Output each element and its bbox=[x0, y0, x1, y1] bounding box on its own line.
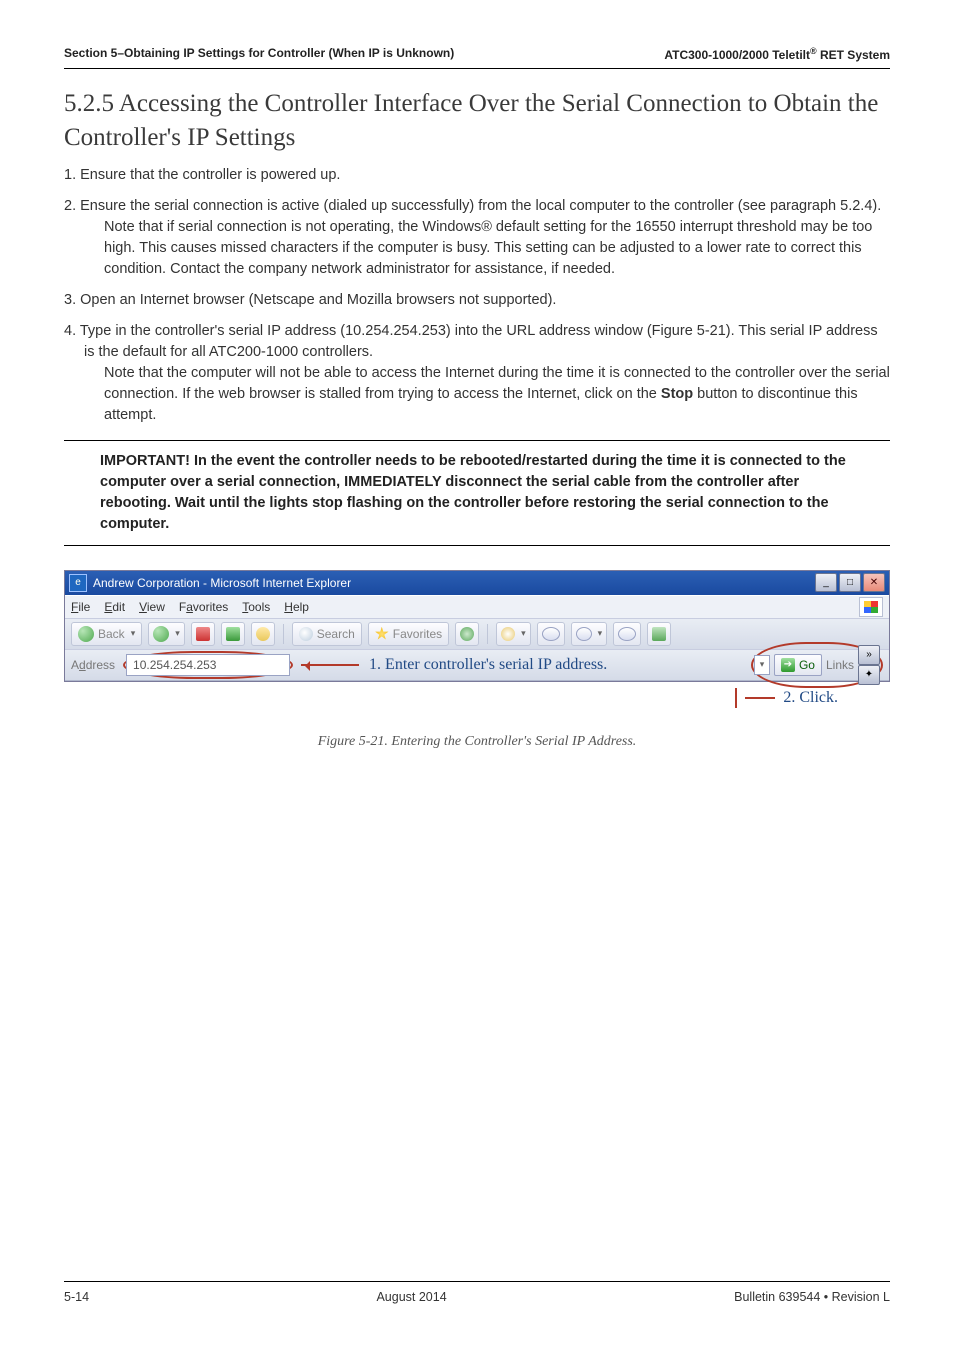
mail-icon bbox=[542, 627, 560, 641]
links-label[interactable]: Links bbox=[826, 658, 854, 672]
stop-button[interactable] bbox=[191, 622, 215, 646]
favorites-button[interactable]: Favorites bbox=[368, 622, 449, 646]
mail-button[interactable] bbox=[537, 622, 565, 646]
go-button[interactable]: ➔Go bbox=[774, 654, 822, 676]
step-1: 1. Ensure that the controller is powered… bbox=[64, 165, 890, 186]
toolbar-separator bbox=[283, 624, 284, 644]
footer-page-number: 5-14 bbox=[64, 1290, 89, 1304]
refresh-icon bbox=[226, 627, 240, 641]
go-icon: ➔ bbox=[781, 658, 795, 672]
menu-bar: File Edit View Favorites Tools Help bbox=[65, 595, 889, 619]
history-icon bbox=[501, 627, 515, 641]
ie-icon: e bbox=[69, 574, 87, 592]
history-button[interactable]: ▾ bbox=[496, 622, 531, 646]
address-bar: Address 10.254.254.253 1. Enter controll… bbox=[65, 650, 889, 681]
menu-file[interactable]: File bbox=[71, 600, 90, 614]
print-button[interactable]: ▾ bbox=[571, 622, 608, 646]
menu-help[interactable]: Help bbox=[284, 600, 309, 614]
forward-icon bbox=[153, 626, 169, 642]
window-title: Andrew Corporation - Microsoft Internet … bbox=[93, 576, 351, 590]
toolbar: Back▾ ▾ Search Favorites ▾ ▾ bbox=[65, 619, 889, 650]
toolbar-separator-2 bbox=[487, 624, 488, 644]
edit-icon bbox=[618, 627, 636, 641]
footer-bulletin: Bulletin 639544 • Revision L bbox=[734, 1290, 890, 1304]
back-button[interactable]: Back▾ bbox=[71, 622, 142, 646]
media-button[interactable] bbox=[455, 622, 479, 646]
step-list: 1. Ensure that the controller is powered… bbox=[64, 165, 890, 426]
annotation-2-text: 2. Click. bbox=[783, 689, 838, 707]
minimize-button[interactable]: _ bbox=[815, 573, 837, 592]
running-header: Section 5–Obtaining IP Settings for Cont… bbox=[64, 46, 890, 69]
throbber-icon bbox=[859, 597, 883, 617]
figure-caption: Figure 5-21. Entering the Controller's S… bbox=[64, 734, 890, 750]
running-header-left: Section 5–Obtaining IP Settings for Cont… bbox=[64, 46, 454, 62]
search-button[interactable]: Search bbox=[292, 622, 362, 646]
menu-edit[interactable]: Edit bbox=[104, 600, 125, 614]
step-4: 4. Type in the controller's serial IP ad… bbox=[64, 321, 890, 426]
refresh-button[interactable] bbox=[221, 622, 245, 646]
annotation-1-text: 1. Enter controller's serial IP address. bbox=[369, 656, 607, 674]
annotation-oval-address: 10.254.254.253 bbox=[123, 651, 293, 679]
running-header-right: ATC300-1000/2000 Teletilt® RET System bbox=[664, 46, 890, 62]
annotation-2-connector-v bbox=[735, 688, 737, 708]
menu-view[interactable]: View bbox=[139, 600, 165, 614]
step-3: 3. Open an Internet browser (Netscape an… bbox=[64, 290, 890, 311]
search-icon bbox=[299, 627, 313, 641]
footer-date: August 2014 bbox=[89, 1290, 734, 1304]
annotation-2-connector-h bbox=[745, 697, 775, 699]
section-title: 5.2.5 Accessing the Controller Interface… bbox=[64, 87, 890, 155]
close-button[interactable]: ✕ bbox=[863, 573, 885, 592]
address-dropdown[interactable]: ▾ bbox=[754, 655, 770, 675]
links-chevron-icon[interactable]: » bbox=[858, 645, 880, 665]
favorites-icon bbox=[375, 627, 389, 641]
forward-button[interactable]: ▾ bbox=[148, 622, 185, 646]
print-icon bbox=[576, 627, 592, 641]
menu-tools[interactable]: Tools bbox=[242, 600, 270, 614]
annotation-arrow-icon bbox=[301, 664, 359, 666]
menu-favorites[interactable]: Favorites bbox=[179, 600, 228, 614]
annotation-oval-go: ▾ ➔Go Links » ✦ bbox=[751, 642, 883, 688]
address-label: Address bbox=[71, 658, 115, 672]
back-icon bbox=[78, 626, 94, 642]
address-input[interactable]: 10.254.254.253 bbox=[126, 654, 290, 676]
media-icon bbox=[460, 627, 474, 641]
window-buttons: _ □ ✕ bbox=[815, 573, 885, 592]
annotation-1: 1. Enter controller's serial IP address. bbox=[301, 656, 607, 674]
stop-icon bbox=[196, 627, 210, 641]
links-buttons: » ✦ bbox=[858, 645, 880, 685]
links-extra-button[interactable]: ✦ bbox=[858, 665, 880, 685]
edit-button[interactable] bbox=[613, 622, 641, 646]
messenger-icon bbox=[652, 627, 666, 641]
step-2: 2. Ensure the serial connection is activ… bbox=[64, 196, 890, 280]
important-callout: IMPORTANT! In the event the controller n… bbox=[64, 440, 890, 546]
home-icon bbox=[256, 627, 270, 641]
messenger-button[interactable] bbox=[647, 622, 671, 646]
maximize-button[interactable]: □ bbox=[839, 573, 861, 592]
page-footer: 5-14 August 2014 Bulletin 639544 • Revis… bbox=[64, 1281, 890, 1304]
annotation-2: 2. Click. bbox=[64, 688, 838, 708]
browser-window: e Andrew Corporation - Microsoft Interne… bbox=[64, 570, 890, 682]
important-text: IMPORTANT! In the event the controller n… bbox=[100, 451, 854, 535]
home-button[interactable] bbox=[251, 622, 275, 646]
titlebar: e Andrew Corporation - Microsoft Interne… bbox=[65, 571, 889, 595]
